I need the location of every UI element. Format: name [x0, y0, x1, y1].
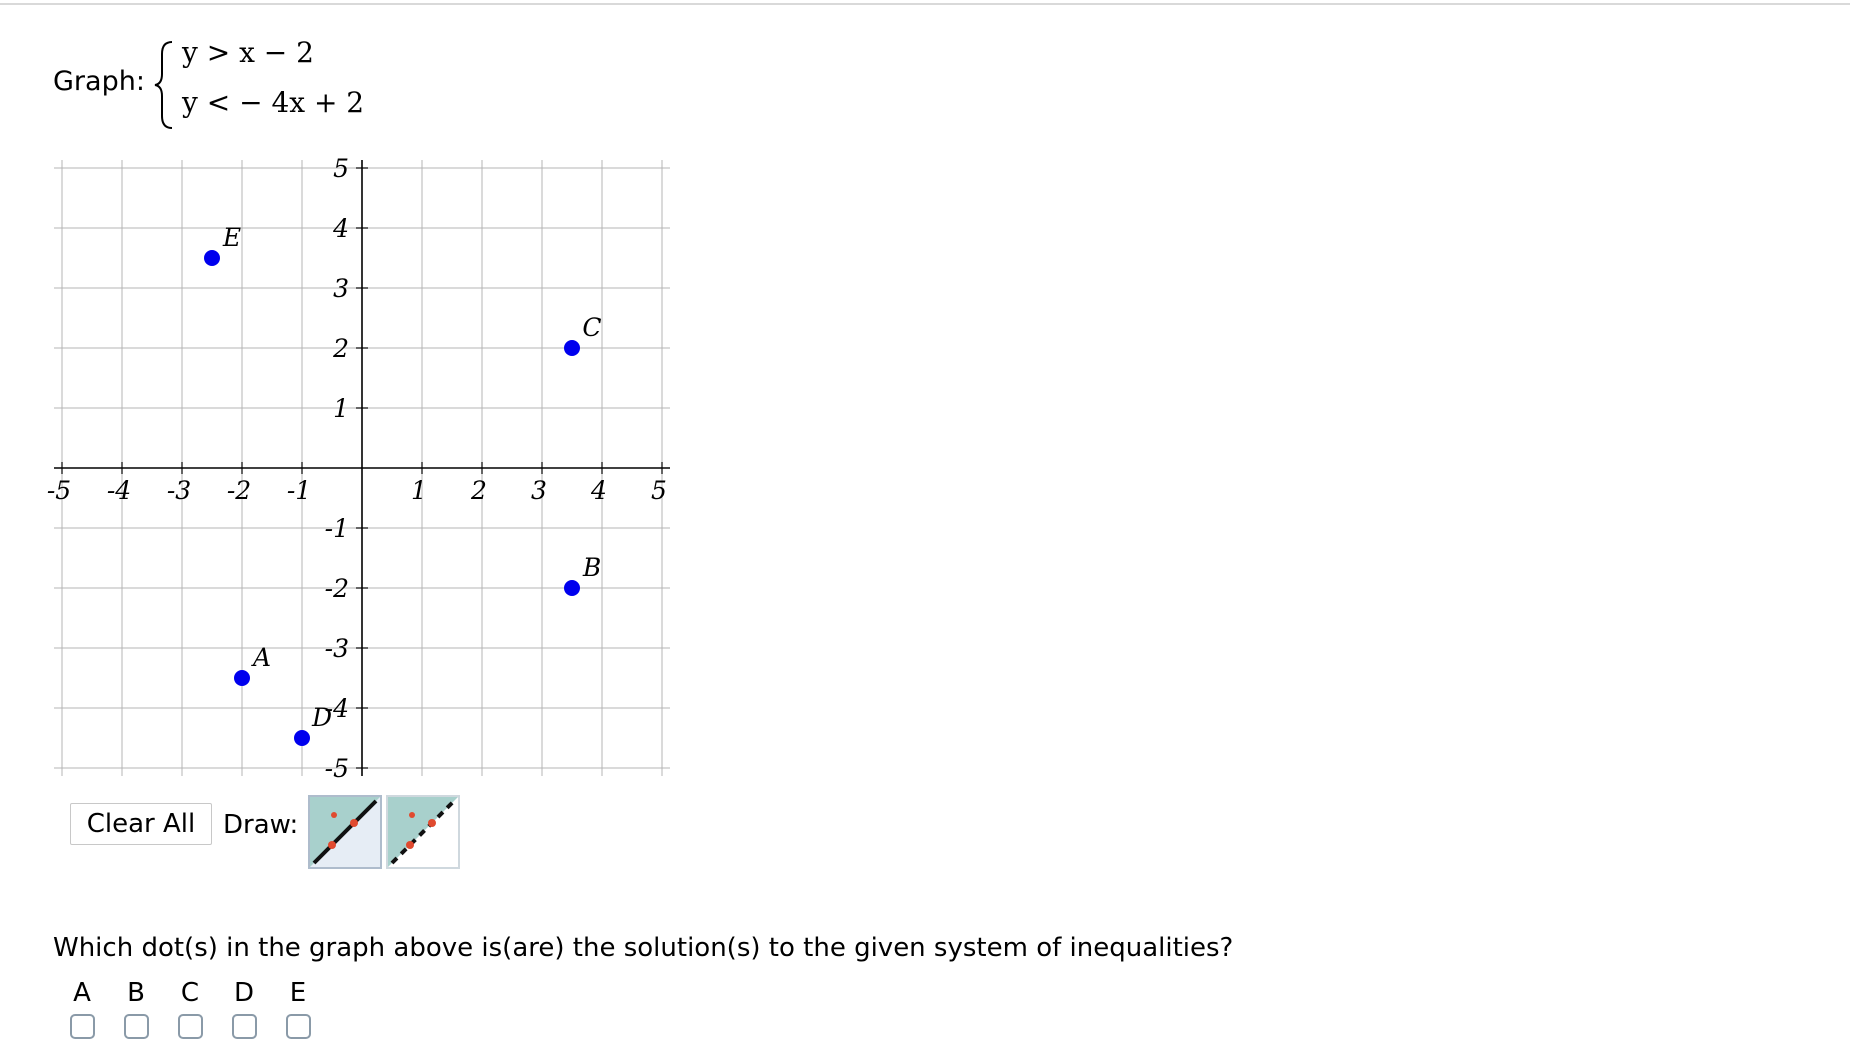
point-b[interactable]	[564, 580, 580, 596]
solid-line-tool-icon	[310, 797, 380, 867]
choice-c[interactable]: C	[170, 978, 210, 1039]
y-tick-label: 4	[332, 214, 349, 243]
point-label-d: D	[311, 703, 332, 732]
coordinate-graph[interactable]: -5 -4 -3 -2 -1 1 2 3 4 554321-1-2-3-4-5ABCDE	[45, 150, 685, 810]
y-tick-label: -1	[325, 514, 349, 543]
clear-all-button[interactable]: Clear All	[70, 803, 212, 845]
point-e[interactable]	[204, 250, 220, 266]
choice-b[interactable]: B	[116, 978, 156, 1039]
question-text: Which dot(s) in the graph above is(are) …	[53, 933, 1234, 963]
point-label-e: E	[222, 223, 241, 252]
x-tick-label: 3	[531, 476, 547, 505]
checkbox-a[interactable]	[69, 1014, 95, 1039]
choice-e[interactable]: E	[278, 978, 318, 1039]
choice-letter: C	[180, 978, 200, 1008]
inequality-1: y > x − 2	[182, 36, 314, 69]
left-brace-icon	[154, 41, 173, 129]
checkbox-e[interactable]	[285, 1014, 311, 1039]
y-tick-label: -2	[325, 574, 349, 603]
choice-letter: D	[233, 978, 255, 1008]
x-tick-label: 4	[590, 476, 607, 505]
checkbox-b[interactable]	[123, 1014, 149, 1039]
x-tick-label: 1	[411, 476, 427, 505]
inequality-2: y < − 4x + 2	[182, 86, 365, 119]
checkbox-d[interactable]	[231, 1014, 257, 1039]
y-tick-label: 2	[332, 334, 349, 363]
point-label-a: A	[251, 643, 271, 672]
choice-a[interactable]: A	[62, 978, 102, 1039]
x-tick-label: -4	[107, 476, 131, 505]
x-tick-label: -1	[287, 476, 311, 505]
point-label-b: B	[582, 553, 601, 582]
y-tick-label: -5	[325, 754, 349, 783]
choice-letter: E	[289, 978, 307, 1008]
y-tick-label: -3	[325, 634, 349, 663]
x-tick-label: -3	[167, 476, 191, 505]
checkbox-c[interactable]	[177, 1014, 203, 1039]
problem-label: Graph:	[53, 66, 145, 97]
top-divider	[0, 3, 1850, 5]
x-tick-label: 5	[651, 476, 667, 505]
graph-area[interactable]: -5 -4 -3 -2 -1 1 2 3 4 5 5 4 3 2 1 -1 -2 -3 -4 -5 A B C D E	[45, 150, 685, 814]
draw-label: Draw:	[223, 810, 299, 840]
choice-letter: B	[127, 978, 145, 1008]
y-tick-label: 5	[333, 154, 349, 183]
choice-letter: A	[73, 978, 91, 1008]
x-tick-label: -5	[47, 476, 71, 505]
solid-line-tool-button[interactable]	[308, 795, 382, 869]
point-c[interactable]	[564, 340, 580, 356]
x-tick-label: -2	[227, 476, 251, 505]
point-d[interactable]	[294, 730, 310, 746]
point-label-c: C	[582, 313, 601, 342]
point-a[interactable]	[234, 670, 250, 686]
choice-d[interactable]: D	[224, 978, 264, 1039]
y-tick-label: 1	[333, 394, 349, 423]
dashed-line-tool-button[interactable]	[386, 795, 460, 869]
x-tick-label: 2	[470, 476, 487, 505]
dashed-line-tool-icon	[388, 797, 458, 867]
y-tick-label: 3	[333, 274, 349, 303]
